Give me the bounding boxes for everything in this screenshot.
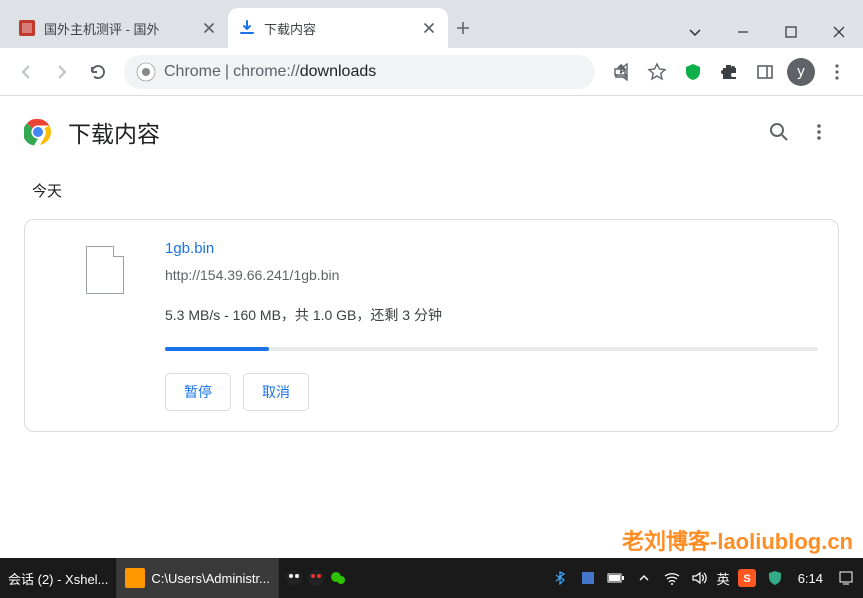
download-actions: 暂停 取消 — [165, 373, 818, 411]
kebab-menu-icon[interactable] — [819, 54, 855, 90]
close-tab-icon[interactable] — [200, 19, 218, 37]
file-icon-wrap — [45, 240, 165, 411]
app-icon-2[interactable] — [305, 558, 327, 598]
download-info: 1gb.bin http://154.39.66.241/1gb.bin 5.3… — [165, 240, 818, 411]
close-tab-icon[interactable] — [420, 19, 438, 37]
download-url: http://154.39.66.241/1gb.bin — [165, 267, 818, 283]
chevron-down-icon[interactable] — [671, 16, 719, 48]
window-controls — [671, 8, 863, 48]
tab-active[interactable]: 下载内容 — [228, 8, 448, 48]
side-panel-icon[interactable] — [747, 54, 783, 90]
forward-button[interactable] — [44, 54, 80, 90]
taskbar-item-explorer[interactable]: C:\Users\Administr... — [117, 558, 278, 598]
reload-button[interactable] — [80, 54, 116, 90]
downloads-page: 下载内容 今天 1gb.bin http://154.39.66.241/1gb… — [0, 96, 863, 558]
profile-avatar[interactable]: y — [787, 58, 815, 86]
chrome-logo-icon — [24, 118, 52, 146]
omnibox-text: Chrome | chrome://downloads — [164, 63, 376, 81]
volume-icon[interactable] — [689, 558, 711, 598]
more-menu-icon[interactable] — [799, 112, 839, 152]
back-button[interactable] — [8, 54, 44, 90]
sogou-ime-icon[interactable]: S — [736, 558, 758, 598]
file-icon — [86, 246, 124, 294]
close-window-button[interactable] — [815, 16, 863, 48]
tab-title: 下载内容 — [264, 19, 416, 38]
taskbar: 会话 (2) - Xshel... C:\Users\Administr... … — [0, 558, 863, 598]
progress-bar-fill — [165, 347, 269, 351]
tab-inactive[interactable]: 国外主机测评 - 国外 — [8, 8, 228, 48]
tab-strip: 国外主机测评 - 国外 下载内容 — [8, 8, 478, 48]
maximize-button[interactable] — [767, 16, 815, 48]
download-filename[interactable]: 1gb.bin — [165, 240, 818, 257]
tray-chevron-icon[interactable] — [633, 558, 655, 598]
tray-app-icon[interactable] — [577, 558, 599, 598]
download-item: 1gb.bin http://154.39.66.241/1gb.bin 5.3… — [24, 219, 839, 432]
pause-button[interactable]: 暂停 — [165, 373, 231, 411]
cancel-button[interactable]: 取消 — [243, 373, 309, 411]
wifi-icon[interactable] — [661, 558, 683, 598]
page-title: 下载内容 — [68, 115, 759, 149]
search-icon[interactable] — [759, 112, 799, 152]
favicon-seal-icon — [18, 19, 36, 37]
bookmark-star-icon[interactable] — [639, 54, 675, 90]
share-icon[interactable] — [603, 54, 639, 90]
address-bar[interactable]: Chrome | chrome://downloads — [124, 55, 595, 89]
extensions-puzzle-icon[interactable] — [711, 54, 747, 90]
battery-icon[interactable] — [605, 558, 627, 598]
taskbar-item-xshell[interactable]: 会话 (2) - Xshel... — [0, 558, 117, 598]
chrome-logo-small-icon — [136, 62, 156, 82]
bluetooth-icon[interactable] — [549, 558, 571, 598]
download-favicon-icon — [238, 19, 256, 37]
browser-toolbar: Chrome | chrome://downloads y — [0, 48, 863, 96]
clock[interactable]: 6:14 — [792, 571, 829, 586]
taskbar-pinned-group — [279, 558, 353, 598]
date-section-label: 今天 — [0, 168, 863, 219]
page-header: 下载内容 — [0, 96, 863, 168]
shield-icon[interactable] — [675, 54, 711, 90]
tab-title: 国外主机测评 - 国外 — [44, 19, 196, 38]
sublime-icon — [125, 568, 145, 588]
download-status: 5.3 MB/s - 160 MB，共 1.0 GB，还剩 3 分钟 — [165, 305, 818, 325]
security-icon[interactable] — [764, 558, 786, 598]
wechat-icon[interactable] — [327, 558, 349, 598]
svg-text:S: S — [743, 573, 750, 585]
ime-indicator[interactable]: 英 — [717, 558, 730, 598]
minimize-button[interactable] — [719, 16, 767, 48]
window-titlebar: 国外主机测评 - 国外 下载内容 — [0, 0, 863, 48]
system-tray: 英 S 6:14 — [543, 558, 863, 598]
new-tab-button[interactable] — [448, 8, 478, 48]
progress-bar-track — [165, 347, 818, 351]
notifications-icon[interactable] — [835, 558, 857, 598]
app-icon-1[interactable] — [283, 558, 305, 598]
